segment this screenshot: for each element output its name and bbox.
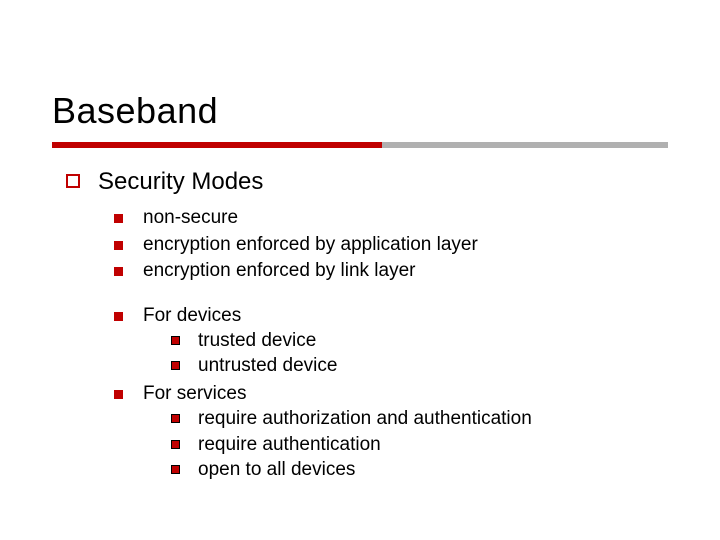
list-item: encryption enforced by application layer — [114, 233, 666, 258]
slide-body: Security Modes non-secure encryption enf… — [66, 168, 666, 486]
filled-square-bullet-icon — [114, 214, 123, 223]
list-item-text: encryption enforced by link layer — [143, 259, 415, 284]
hollow-square-bullet-icon — [66, 174, 80, 188]
title-underline-red — [52, 142, 382, 148]
list-item: encryption enforced by link layer — [114, 259, 666, 284]
hollow-square-small-bullet-icon — [171, 414, 180, 423]
sub-list-item-text: require authorization and authentication — [198, 407, 532, 432]
list-item-block: For services require authorization and a… — [143, 382, 666, 484]
section-heading: Security Modes — [98, 168, 263, 196]
filled-square-bullet-icon — [114, 390, 123, 399]
sub-list-item: trusted device — [171, 329, 666, 354]
list-item-text: For services — [143, 382, 666, 407]
list-item-text: encryption enforced by application layer — [143, 233, 478, 258]
filled-square-bullet-icon — [114, 241, 123, 250]
sub-list-item: require authorization and authentication — [171, 407, 666, 432]
list-item: non-secure — [114, 206, 666, 231]
hollow-square-small-bullet-icon — [171, 336, 180, 345]
hollow-square-small-bullet-icon — [171, 361, 180, 370]
slide-title: Baseband — [52, 90, 218, 132]
filled-square-bullet-icon — [114, 267, 123, 276]
sub-list-item: require authentication — [171, 433, 666, 458]
sub-list-item-text: require authentication — [198, 433, 381, 458]
list-item-text: For devices — [143, 304, 666, 329]
hollow-square-small-bullet-icon — [171, 440, 180, 449]
sub-list-item-text: open to all devices — [198, 458, 355, 483]
filled-square-bullet-icon — [114, 312, 123, 321]
list-item: For services require authorization and a… — [114, 382, 666, 484]
section-content: non-secure encryption enforced by applic… — [114, 206, 666, 484]
sub-list-item: open to all devices — [171, 458, 666, 483]
list-item: For devices trusted device untrusted dev… — [114, 304, 666, 380]
list-item-text: non-secure — [143, 206, 238, 231]
sub-list-item: untrusted device — [171, 354, 666, 379]
hollow-square-small-bullet-icon — [171, 465, 180, 474]
section-item: Security Modes — [66, 168, 666, 196]
list-item-block: For devices trusted device untrusted dev… — [143, 304, 666, 380]
spacer — [114, 286, 666, 304]
slide: Baseband Security Modes non-secure encry… — [0, 0, 720, 540]
sub-list-item-text: trusted device — [198, 329, 316, 354]
sub-list-item-text: untrusted device — [198, 354, 337, 379]
